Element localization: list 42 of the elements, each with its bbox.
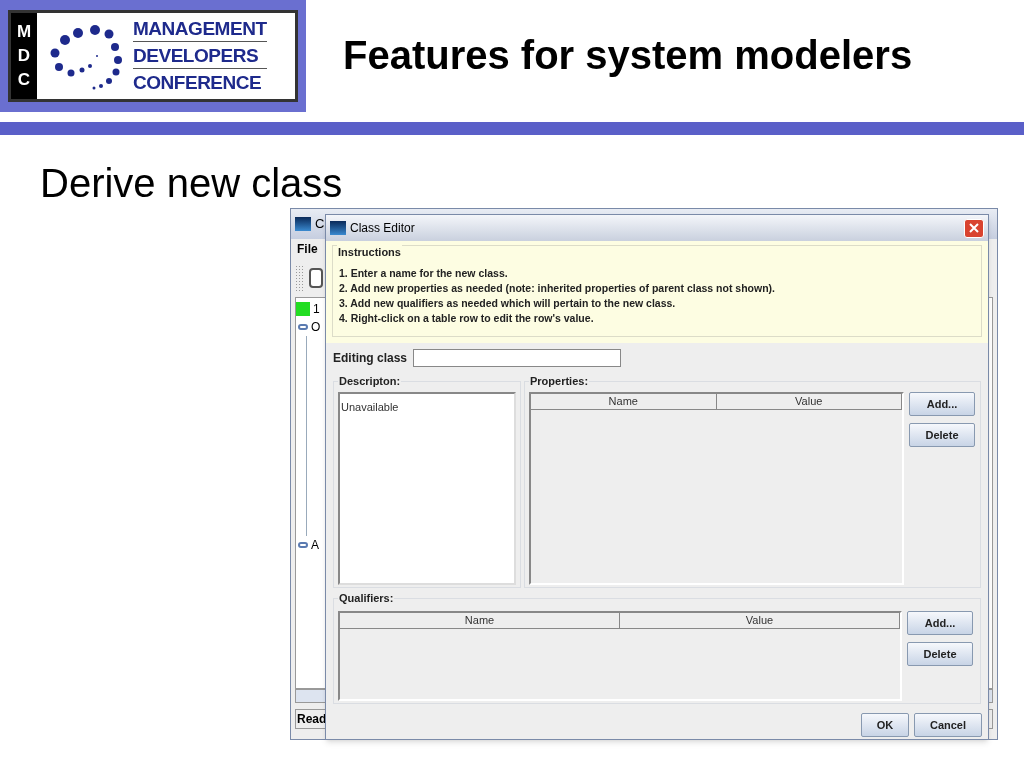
logo-text: CONFERENCE [133, 71, 263, 95]
class-name-field[interactable] [413, 349, 622, 367]
logo-letter: C [17, 69, 31, 91]
window-title: C [315, 215, 325, 234]
instruction-line: 4. Right-click on a table row to edit the row's value. [339, 311, 595, 326]
action-button[interactable]: Add... [909, 392, 975, 416]
menu-item[interactable]: File [297, 240, 318, 258]
node-handle-icon[interactable] [298, 542, 308, 548]
column-header[interactable]: Name [340, 613, 620, 629]
instruction-line: 2. Add new properties as needed (note: inherited properties of parent class not shown). [339, 281, 776, 296]
slide-heading: Derive new class [40, 160, 343, 207]
close-icon [969, 223, 979, 233]
column-header[interactable]: Value [620, 613, 900, 629]
app-icon [330, 221, 346, 235]
instruction-line: 3. Add new qualifiers as needed which will pertain to the new class. [339, 296, 677, 311]
group-label: Descripton: [338, 374, 402, 388]
column-header[interactable]: Value [716, 394, 902, 410]
dialog-button[interactable]: OK [861, 713, 909, 737]
instruction-line: 1. Enter a name for the new class. [339, 266, 509, 281]
action-button[interactable]: Delete [909, 423, 975, 447]
tree-root-icon [296, 302, 310, 316]
node-handle-icon[interactable] [298, 324, 308, 330]
app-icon [295, 217, 311, 231]
close-button[interactable] [964, 218, 984, 238]
group-label: Properties: [529, 374, 590, 388]
dialog-title: Class Editor [350, 220, 415, 237]
tree-item[interactable]: A [311, 536, 319, 554]
slide-title: Features for system modelers [343, 32, 913, 79]
toolbar-icon[interactable] [309, 268, 323, 288]
column-header[interactable]: Name [531, 394, 717, 410]
field-label: Editing class [333, 350, 408, 367]
dialog-button[interactable]: Cancel [914, 713, 982, 737]
action-button[interactable]: Delete [907, 642, 973, 666]
action-button[interactable]: Add... [907, 611, 973, 635]
tree-item[interactable]: O [311, 318, 321, 336]
logo-text: DEVELOPERS [133, 44, 267, 69]
group-label: Qualifiers: [338, 591, 395, 605]
logo-letter: M [16, 21, 32, 43]
description-text: Unavailable [341, 401, 399, 413]
logo-letter: D [17, 45, 31, 67]
logo-text: MANAGEMENT [133, 17, 267, 42]
tree-item[interactable]: 1 [313, 300, 320, 318]
